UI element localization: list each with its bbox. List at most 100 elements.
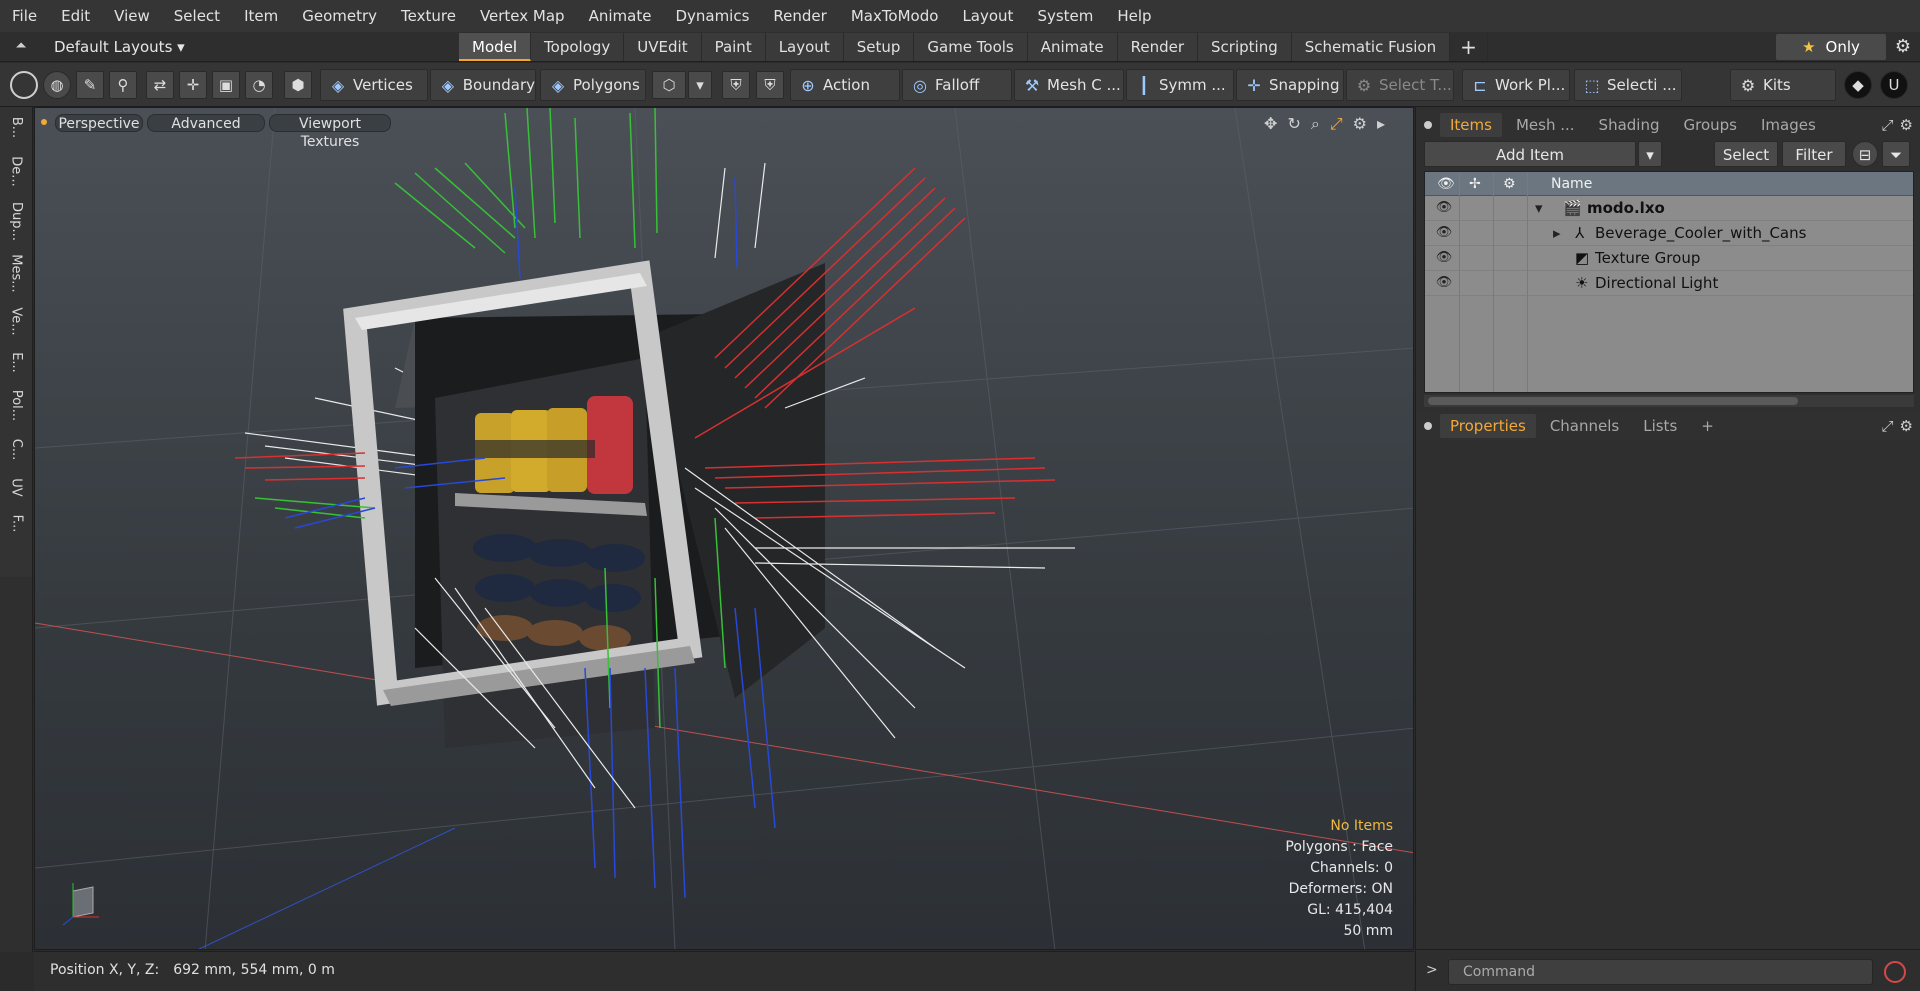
command-input[interactable]: Command bbox=[1448, 959, 1873, 985]
shield-icon[interactable]: ⛨ bbox=[722, 71, 750, 99]
mesh-constraint-button[interactable]: ⚒ Mesh C ... bbox=[1014, 69, 1124, 101]
expand-arrow-icon[interactable]: ▸ bbox=[1377, 114, 1385, 134]
layout-selector[interactable]: Default Layouts ▾ bbox=[54, 32, 185, 62]
add-tab-icon[interactable]: + bbox=[1450, 33, 1488, 61]
rotate-icon[interactable]: ◔ bbox=[245, 71, 273, 99]
action-button[interactable]: ⊕ Action bbox=[790, 69, 900, 101]
maximize-icon[interactable]: ⤢ bbox=[1330, 114, 1343, 134]
command-arrow-icon[interactable]: > bbox=[1426, 962, 1438, 978]
3d-viewport[interactable]: Perspective Advanced Viewport Textures ✥… bbox=[34, 107, 1414, 950]
tab-groups[interactable]: Groups bbox=[1673, 113, 1746, 137]
menu-system[interactable]: System bbox=[1025, 0, 1105, 32]
tab-game-tools[interactable]: Game Tools bbox=[914, 33, 1028, 61]
orbit-icon[interactable]: ↻ bbox=[1287, 114, 1300, 134]
tab-shading[interactable]: Shading bbox=[1589, 113, 1670, 137]
left-tab-ve[interactable]: Ve... bbox=[0, 299, 33, 343]
menu-animate[interactable]: Animate bbox=[577, 0, 664, 32]
select-button[interactable]: Select bbox=[1714, 141, 1778, 167]
panel-gear-icon[interactable]: ⚙ bbox=[1900, 417, 1913, 435]
tab-mesh[interactable]: Mesh ... bbox=[1506, 113, 1585, 137]
left-tab-mes[interactable]: Mes... bbox=[0, 247, 33, 299]
tab-topology[interactable]: Topology bbox=[531, 33, 625, 61]
menu-render[interactable]: Render bbox=[761, 0, 838, 32]
viewport-gear-icon[interactable]: ⚙ bbox=[1353, 114, 1367, 134]
menu-file[interactable]: File bbox=[0, 0, 49, 32]
menu-select[interactable]: Select bbox=[162, 0, 232, 32]
tab-items[interactable]: Items bbox=[1440, 113, 1502, 137]
scrollbar-thumb[interactable] bbox=[1428, 397, 1798, 405]
list-item[interactable]: 👁 ☀ Directional Light bbox=[1425, 271, 1913, 296]
select-through-button[interactable]: ⚙ Select T... bbox=[1346, 69, 1454, 101]
record-icon[interactable] bbox=[1884, 961, 1906, 983]
eye-icon[interactable]: 👁 bbox=[1435, 275, 1453, 291]
cube-icon[interactable]: ⬡ bbox=[652, 71, 686, 99]
left-tab-uv[interactable]: UV bbox=[0, 469, 33, 505]
zoom-icon[interactable]: ⌕ bbox=[1311, 114, 1320, 134]
name-column-header[interactable]: Name bbox=[1551, 172, 1592, 196]
selection-sets-button[interactable]: ⬚ Selecti ... bbox=[1574, 69, 1682, 101]
left-tab-pol[interactable]: Pol... bbox=[0, 381, 33, 429]
boundary-button[interactable]: ◈ Boundary bbox=[430, 69, 536, 101]
type-column-icon[interactable]: ⚙ bbox=[1503, 172, 1516, 196]
globe-icon[interactable]: ◍ bbox=[43, 71, 71, 99]
symmetry-button[interactable]: ┃ Symm ... bbox=[1126, 69, 1234, 101]
lock-column-icon[interactable]: ✢ bbox=[1469, 172, 1481, 196]
left-tab-f[interactable]: F... bbox=[0, 505, 33, 541]
tab-model[interactable]: Model bbox=[459, 33, 532, 61]
scene-render[interactable] bbox=[35, 108, 1414, 950]
kits-button[interactable]: ⚙ Kits bbox=[1730, 69, 1836, 101]
transform-icon[interactable]: ⇄ bbox=[146, 71, 174, 99]
tab-images[interactable]: Images bbox=[1751, 113, 1826, 137]
shield-alt-icon[interactable]: ⛨ bbox=[756, 71, 784, 99]
tab-schematic-fusion[interactable]: Schematic Fusion bbox=[1291, 33, 1451, 61]
panel-expand-icon[interactable]: ⤢ bbox=[1882, 417, 1894, 435]
menu-maxtomodo[interactable]: MaxToModo bbox=[839, 0, 951, 32]
unreal-icon[interactable]: U bbox=[1880, 71, 1908, 99]
item-mode-icon[interactable]: ⬢ bbox=[284, 71, 312, 99]
grid-move-icon[interactable]: ✛ bbox=[179, 71, 207, 99]
add-item-button[interactable]: Add Item bbox=[1424, 141, 1636, 167]
vertices-button[interactable]: ◈ Vertices bbox=[320, 69, 428, 101]
collapse-icon[interactable]: ⊟ bbox=[1852, 141, 1878, 167]
eye-icon[interactable]: 👁 bbox=[1435, 250, 1453, 266]
tab-render[interactable]: Render bbox=[1117, 33, 1199, 61]
tab-uvedit[interactable]: UVEdit bbox=[624, 33, 702, 61]
falloff-button[interactable]: ◎ Falloff bbox=[902, 69, 1012, 101]
eye-icon[interactable]: 👁 bbox=[1435, 225, 1453, 241]
item-list-scrollbar[interactable] bbox=[1424, 395, 1914, 407]
add-tab-icon[interactable]: + bbox=[1691, 414, 1724, 438]
menu-item[interactable]: Item bbox=[232, 0, 290, 32]
tab-properties[interactable]: Properties bbox=[1440, 414, 1536, 438]
brush-icon[interactable]: ⚲ bbox=[109, 71, 137, 99]
tab-paint[interactable]: Paint bbox=[701, 33, 766, 61]
visibility-column-icon[interactable]: 👁 bbox=[1437, 172, 1455, 196]
tab-channels[interactable]: Channels bbox=[1540, 414, 1629, 438]
pen-tool-icon[interactable]: ✎ bbox=[76, 71, 104, 99]
advanced-button[interactable]: Advanced bbox=[147, 114, 265, 132]
menu-view[interactable]: View bbox=[102, 0, 162, 32]
unity-icon[interactable]: ◆ bbox=[1844, 71, 1872, 99]
left-tab-dup[interactable]: Dup... bbox=[0, 195, 33, 247]
menu-help[interactable]: Help bbox=[1105, 0, 1163, 32]
work-plane-button[interactable]: ⊏ Work Pl... bbox=[1462, 69, 1570, 101]
filter-button[interactable]: Filter bbox=[1782, 141, 1846, 167]
circle-select-icon[interactable] bbox=[10, 71, 38, 99]
panel-expand-icon[interactable]: ⤢ bbox=[1882, 116, 1894, 134]
expand-arrow-icon[interactable]: ▾ bbox=[1535, 196, 1543, 221]
left-tab-c[interactable]: C... bbox=[0, 429, 33, 469]
tab-layout[interactable]: Layout bbox=[765, 33, 844, 61]
tab-setup[interactable]: Setup bbox=[843, 33, 915, 61]
polygons-button[interactable]: ◈ Polygons bbox=[540, 69, 646, 101]
eye-icon[interactable]: 👁 bbox=[1435, 200, 1453, 216]
gear-icon[interactable]: ⚙ bbox=[1886, 34, 1920, 60]
panel-gear-icon[interactable]: ⚙ bbox=[1900, 116, 1913, 134]
snapping-button[interactable]: ✛ Snapping bbox=[1236, 69, 1344, 101]
menu-dynamics[interactable]: Dynamics bbox=[663, 0, 761, 32]
funnel-icon[interactable]: ⏷ bbox=[1882, 141, 1910, 167]
tab-lists[interactable]: Lists bbox=[1633, 414, 1687, 438]
tab-animate[interactable]: Animate bbox=[1027, 33, 1118, 61]
tab-scripting[interactable]: Scripting bbox=[1198, 33, 1292, 61]
expand-arrow-icon[interactable]: ▸ bbox=[1553, 221, 1561, 246]
left-tab-e[interactable]: E... bbox=[0, 343, 33, 381]
up-arrow-icon[interactable]: ⏶ bbox=[12, 38, 30, 56]
